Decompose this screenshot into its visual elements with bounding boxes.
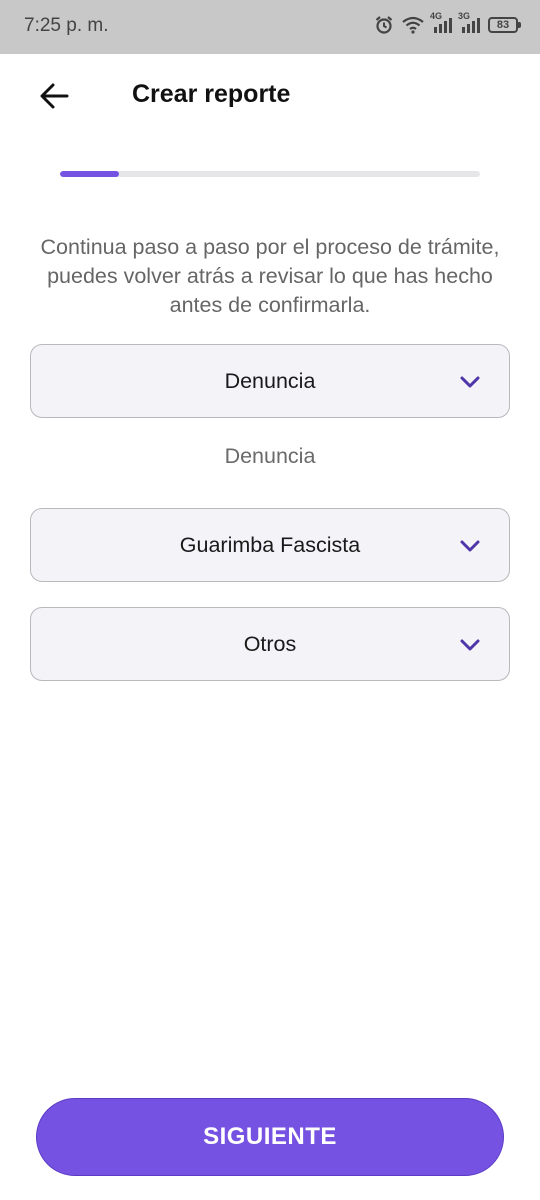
category-value: Guarimba Fascista xyxy=(179,532,361,557)
subcategory-select[interactable]: Otros xyxy=(30,607,510,681)
signal-4g: 4G xyxy=(430,11,452,33)
page-title: Crear reporte xyxy=(132,80,291,108)
report-type-value: Denuncia xyxy=(224,368,316,393)
progress-bar xyxy=(60,171,480,177)
signal-3g-label: 3G xyxy=(458,11,471,21)
battery-level: 83 xyxy=(496,19,510,31)
report-type-label: Denuncia xyxy=(224,444,316,468)
next-button[interactable]: SIGUIENTE xyxy=(36,1098,504,1176)
chevron-down-icon xyxy=(460,376,480,388)
chevron-down-icon xyxy=(460,540,480,552)
arrow-left-icon xyxy=(40,83,69,109)
back-button[interactable] xyxy=(34,76,74,116)
status-time: 7:25 p. m. xyxy=(24,15,109,36)
subcategory-value: Otros xyxy=(243,631,297,656)
category-select[interactable]: Guarimba Fascista xyxy=(30,508,510,582)
status-icons: 4G 3G 83 xyxy=(374,11,521,35)
signal-3g: 3G xyxy=(458,11,480,33)
instructions-text: Continua paso a paso por el proceso de t… xyxy=(40,235,500,317)
battery-icon: 83 xyxy=(488,17,521,33)
chevron-down-icon xyxy=(460,639,480,651)
alarm-icon xyxy=(375,16,393,34)
progress-fill xyxy=(60,171,119,177)
report-type-select[interactable]: Denuncia xyxy=(30,344,510,418)
signal-4g-label: 4G xyxy=(430,11,443,21)
wifi-icon xyxy=(402,16,424,34)
status-bar: 7:25 p. m. 4G 3G 83 xyxy=(0,0,540,54)
